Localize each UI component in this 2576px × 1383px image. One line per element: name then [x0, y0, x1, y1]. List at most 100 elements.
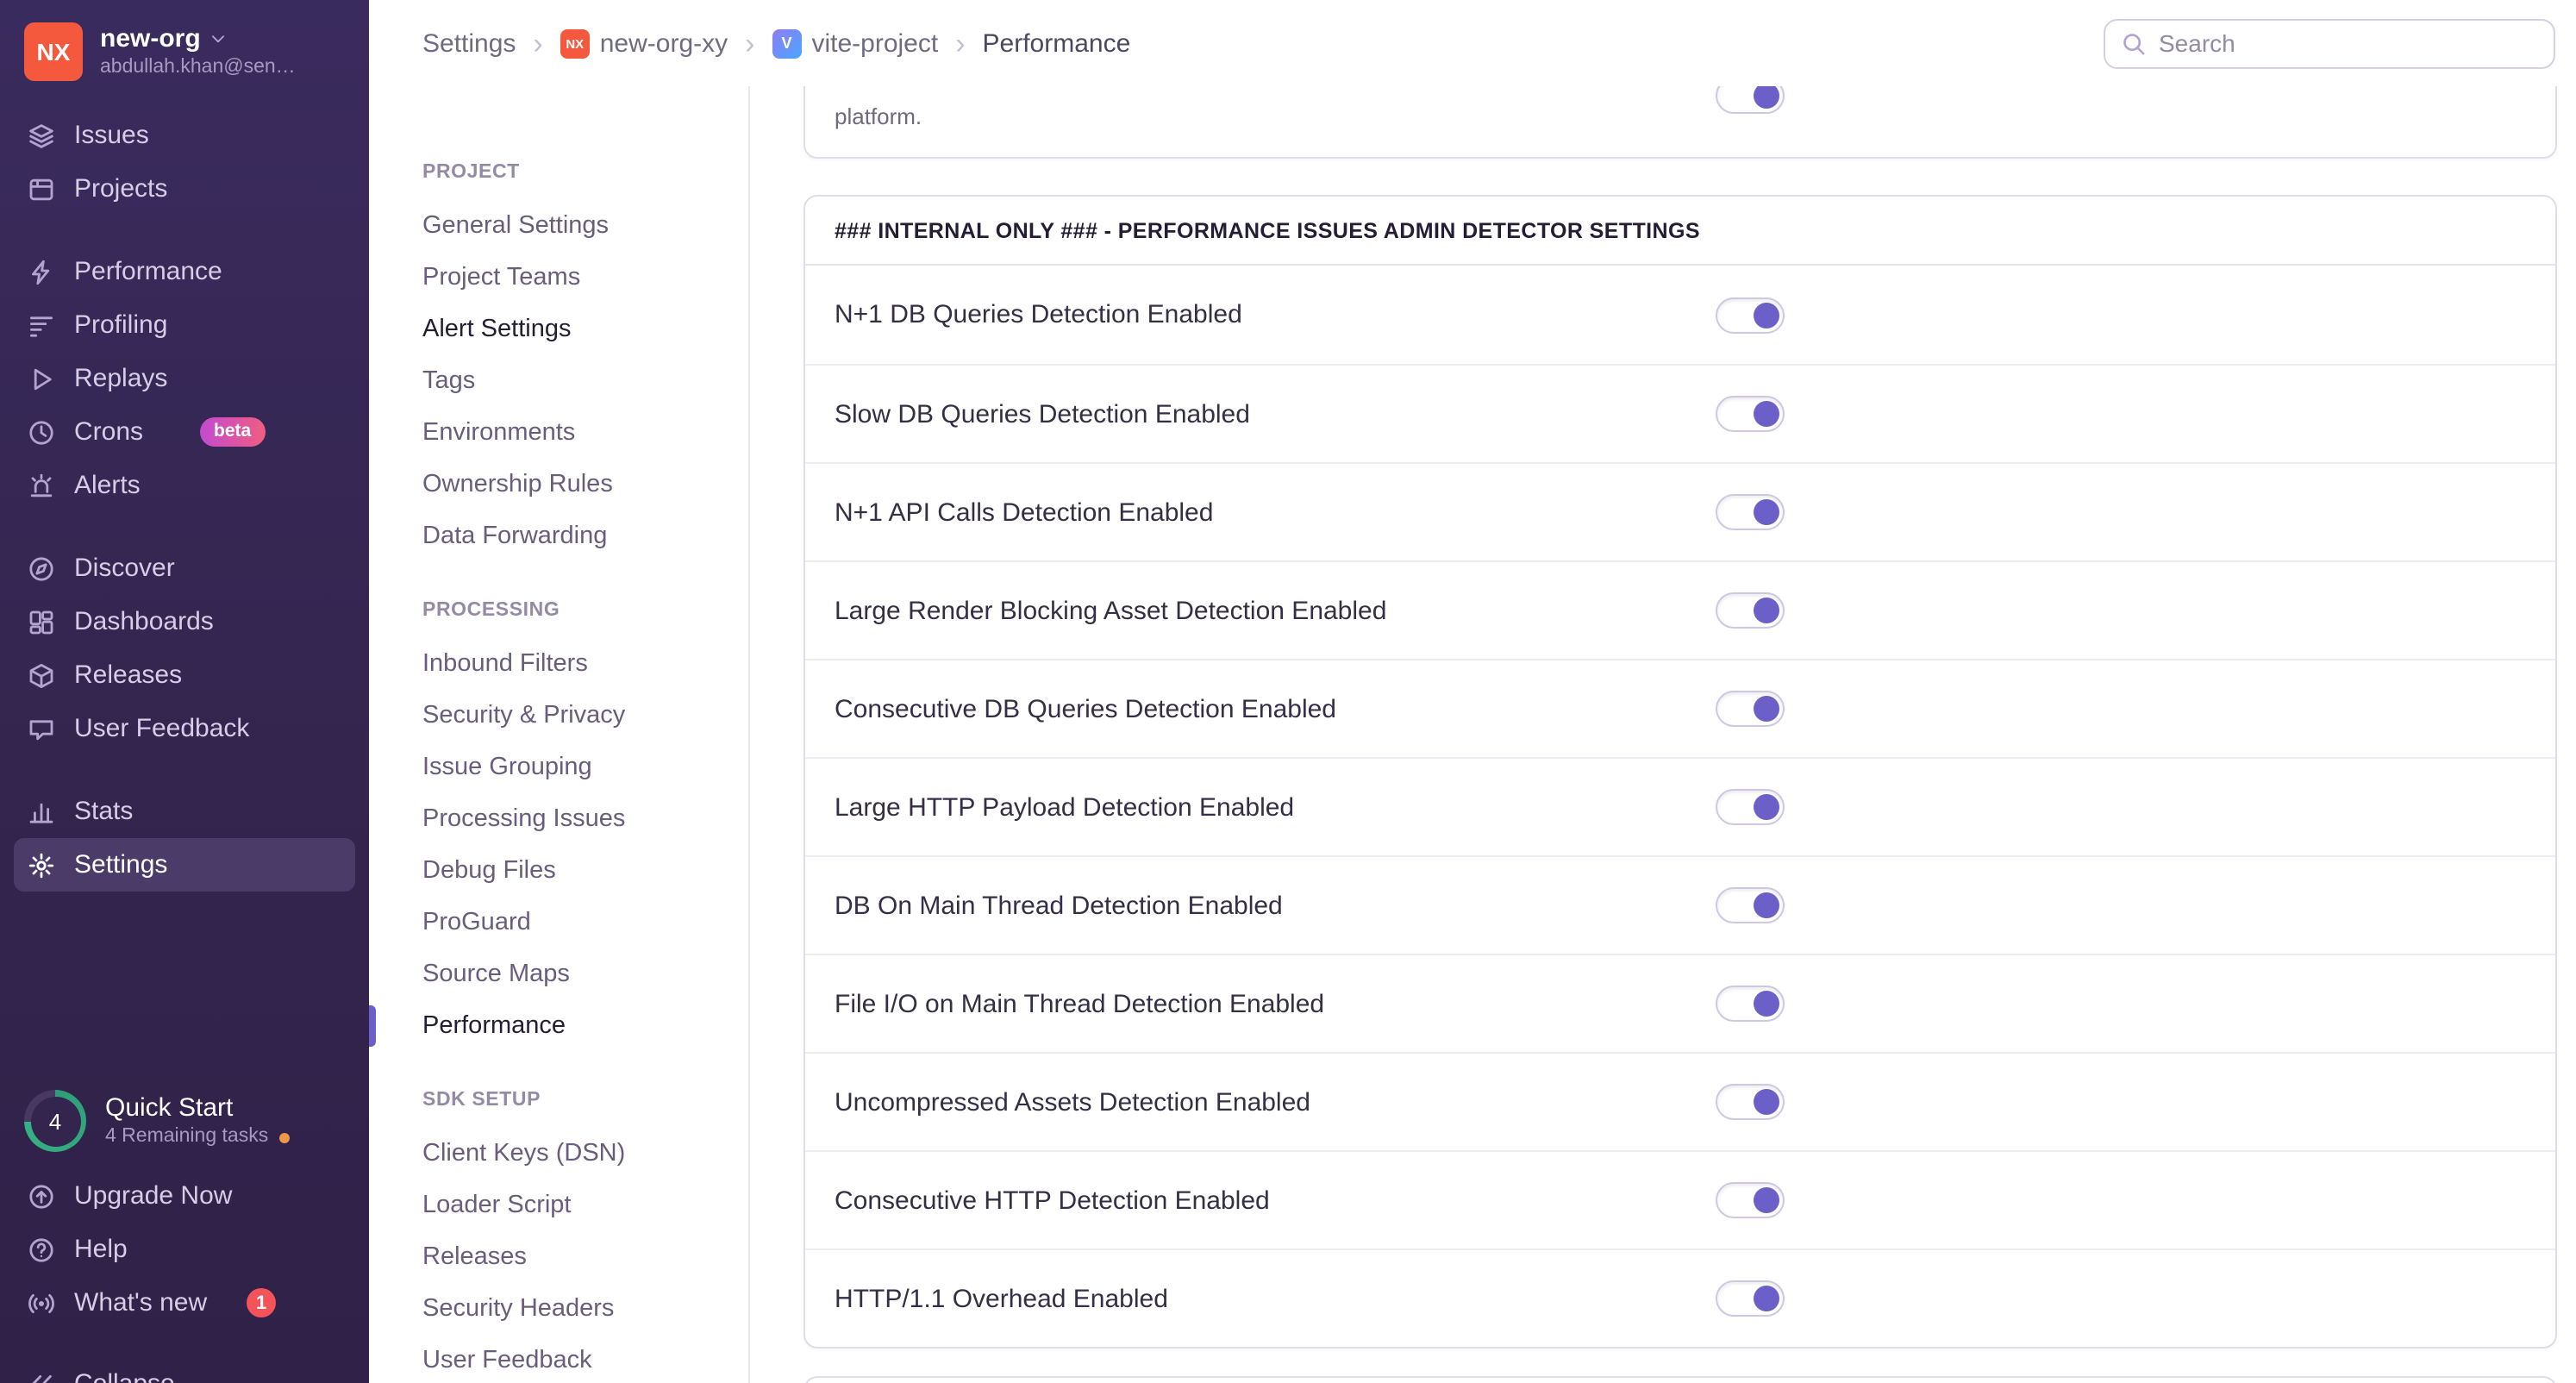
- toggle-knob: [1754, 892, 1779, 918]
- settings-nav-section-processing: PROCESSING: [422, 600, 560, 621]
- sidebar-item-label: Projects: [74, 174, 168, 203]
- detector-row: N+1 API Calls Detection Enabled: [805, 462, 2555, 560]
- toggle-knob: [1754, 401, 1779, 427]
- settings-nav-item-releases[interactable]: Releases: [422, 1231, 748, 1283]
- user-feedback-icon: [28, 715, 55, 742]
- sidebar-item-profiling[interactable]: Profiling: [0, 298, 369, 352]
- detector-row-label: File I/O on Main Thread Detection Enable…: [835, 989, 1325, 1018]
- toggle-large-http-payload-detection-enabled[interactable]: [1716, 789, 1785, 825]
- toggle-consecutive-db-queries-detection-enabled[interactable]: [1716, 691, 1785, 727]
- discover-icon: [28, 554, 55, 582]
- sidebar-item-stats[interactable]: Stats: [0, 785, 369, 838]
- settings-nav-item-user-feedback[interactable]: User Feedback: [422, 1335, 748, 1383]
- settings-nav-item-security-headers[interactable]: Security Headers: [422, 1283, 748, 1335]
- toggle-n-1-api-calls-detection-enabled[interactable]: [1716, 494, 1785, 530]
- toggle-knob: [1754, 991, 1779, 1017]
- toggle-n-1-db-queries-detection-enabled[interactable]: [1716, 297, 1785, 333]
- settings-nav-item-client-keys-dsn[interactable]: Client Keys (DSN): [422, 1128, 748, 1180]
- settings-nav-item-performance[interactable]: Performance: [369, 1000, 748, 1052]
- settings-nav-section-project: PROJECT: [422, 162, 520, 183]
- sidebar: NX new-org abdullah.khan@sen… Issues Proj…: [0, 0, 369, 1383]
- project-chip-icon: V: [772, 28, 802, 58]
- sidebar-item-performance[interactable]: Performance: [0, 245, 369, 298]
- toggle-large-render-blocking-asset-detection-enabled[interactable]: [1716, 592, 1785, 629]
- sidebar-item-crons[interactable]: Crons beta: [0, 405, 369, 459]
- sidebar-item-settings[interactable]: Settings: [14, 838, 355, 892]
- breadcrumb-settings[interactable]: Settings: [422, 28, 516, 58]
- detector-rows: N+1 DB Queries Detection Enabled Slow DB …: [805, 266, 2555, 1347]
- top-panel-help-text: platform.: [835, 103, 922, 129]
- settings-nav-item-processing-issues[interactable]: Processing Issues: [422, 793, 748, 845]
- upgrade-icon: [28, 1182, 55, 1210]
- toggle-uncompressed-assets-detection-enabled[interactable]: [1716, 1084, 1785, 1120]
- sidebar-item-releases[interactable]: Releases: [0, 648, 369, 702]
- toggle-knob: [1754, 83, 1779, 109]
- settings-nav-item-project-teams[interactable]: Project Teams: [422, 252, 748, 304]
- sidebar-item-user-feedback[interactable]: User Feedback: [0, 702, 369, 755]
- detector-row: Large HTTP Payload Detection Enabled: [805, 757, 2555, 855]
- search-box[interactable]: [2104, 18, 2555, 68]
- sidebar-item-label: Crons: [74, 417, 144, 447]
- settings-nav-item-proguard[interactable]: ProGuard: [422, 897, 748, 948]
- sidebar-item-label: Upgrade Now: [74, 1181, 233, 1211]
- settings-nav-item-debug-files[interactable]: Debug Files: [422, 845, 748, 897]
- breadcrumb-separator: ›: [955, 27, 966, 59]
- quick-start-count: 4: [30, 1096, 80, 1146]
- sidebar-item-replays[interactable]: Replays: [0, 352, 369, 405]
- toggle-file-i-o-on-main-thread-detection-enabled[interactable]: [1716, 986, 1785, 1022]
- toggle-knob: [1754, 1089, 1779, 1115]
- collapse-icon: [28, 1370, 55, 1383]
- detector-row-label: Slow DB Queries Detection Enabled: [835, 399, 1250, 429]
- detector-settings-panel: ### INTERNAL ONLY ### - PERFORMANCE ISSU…: [803, 195, 2557, 1349]
- search-input[interactable]: [2159, 29, 2538, 57]
- sidebar-item-discover[interactable]: Discover: [0, 541, 369, 595]
- settings-nav-item-environments[interactable]: Environments: [422, 407, 748, 459]
- detector-row: Large Render Blocking Asset Detection En…: [805, 560, 2555, 659]
- breadcrumb-vite-project[interactable]: Vvite-project: [772, 28, 938, 58]
- settings-nav-item-loader-script[interactable]: Loader Script: [422, 1180, 748, 1231]
- sidebar-item-help[interactable]: Help: [0, 1223, 369, 1276]
- toggle-consecutive-http-detection-enabled[interactable]: [1716, 1182, 1785, 1218]
- org-switcher[interactable]: NX new-org abdullah.khan@sen…: [0, 0, 369, 95]
- sidebar-item-collapse[interactable]: Collapse: [0, 1357, 369, 1383]
- beta-badge: beta: [200, 416, 266, 447]
- chevron-down-icon: [209, 29, 228, 48]
- sidebar-item-label: Replays: [74, 364, 168, 393]
- releases-icon: [28, 661, 55, 689]
- quick-start-subtitle: 4 Remaining tasks: [105, 1126, 269, 1147]
- performance-icon: [28, 258, 55, 285]
- detector-row: N+1 DB Queries Detection Enabled: [805, 266, 2555, 364]
- sidebar-footer: 4 Quick Start 4 Remaining tasks Upgrade …: [0, 1073, 369, 1383]
- settings-nav-item-tags[interactable]: Tags: [422, 355, 748, 407]
- sidebar-item-issues[interactable]: Issues: [0, 109, 369, 162]
- breadcrumb-performance[interactable]: Performance: [983, 28, 1131, 58]
- settings-nav-item-alert-settings[interactable]: Alert Settings: [422, 304, 748, 355]
- detector-row-label: HTTP/1.1 Overhead Enabled: [835, 1284, 1168, 1313]
- breadcrumb-new-org-xy[interactable]: NX new-org-xy: [560, 28, 728, 58]
- settings-nav-item-ownership-rules[interactable]: Ownership Rules: [422, 459, 748, 510]
- toggle-knob: [1754, 1187, 1779, 1213]
- toggle-db-on-main-thread-detection-enabled[interactable]: [1716, 887, 1785, 923]
- settings-nav-item-security-privacy[interactable]: Security & Privacy: [422, 690, 748, 742]
- sidebar-item-label: Alerts: [74, 471, 141, 500]
- sidebar-item-label: What's new: [74, 1288, 208, 1317]
- sidebar-item-alerts[interactable]: Alerts: [0, 459, 369, 512]
- settings-icon: [28, 851, 55, 879]
- toggle-http-1-1-overhead-enabled[interactable]: [1716, 1280, 1785, 1317]
- settings-nav-item-issue-grouping[interactable]: Issue Grouping: [422, 742, 748, 793]
- toggle-slow-db-queries-detection-enabled[interactable]: [1716, 396, 1785, 432]
- detector-row: Uncompressed Assets Detection Enabled: [805, 1052, 2555, 1150]
- quick-start[interactable]: 4 Quick Start 4 Remaining tasks: [0, 1073, 369, 1169]
- settings-nav-item-source-maps[interactable]: Source Maps: [422, 948, 748, 1000]
- detector-row-label: Consecutive DB Queries Detection Enabled: [835, 694, 1336, 723]
- sidebar-item-label: Settings: [74, 850, 168, 879]
- detector-panel-title: ### INTERNAL ONLY ### - PERFORMANCE ISSU…: [805, 197, 2555, 266]
- sidebar-item-dashboards[interactable]: Dashboards: [0, 595, 369, 648]
- sidebar-item-upgrade-now[interactable]: Upgrade Now: [0, 1169, 369, 1223]
- sidebar-item-projects[interactable]: Projects: [0, 162, 369, 216]
- settings-nav-item-general-settings[interactable]: General Settings: [422, 200, 748, 252]
- page-header: Settings › NX new-org-xy › Vvite-project › Perf…: [369, 0, 2576, 86]
- sidebar-item-what-s-new[interactable]: What's new 1: [0, 1276, 369, 1330]
- settings-nav-item-inbound-filters[interactable]: Inbound Filters: [422, 638, 748, 690]
- settings-nav-item-data-forwarding[interactable]: Data Forwarding: [422, 510, 748, 562]
